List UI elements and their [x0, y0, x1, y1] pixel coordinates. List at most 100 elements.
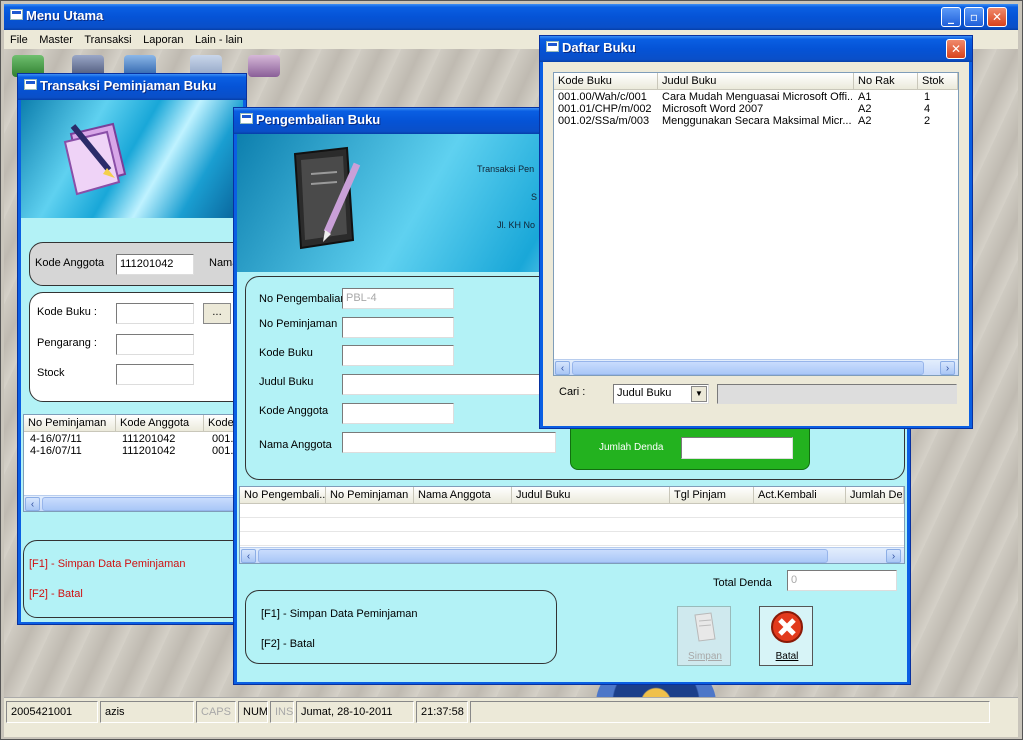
table-row-1-no[interactable]: 4-16/07/11 [30, 433, 82, 445]
maximize-icon[interactable]: ▫ [964, 7, 984, 27]
kode-anggota-input[interactable] [342, 403, 454, 424]
table-row-3-judul[interactable]: Menggunakan Secara Maksimal Micr... [662, 115, 852, 127]
no-peminjaman-label: No Peminjaman [259, 318, 338, 330]
peminjaman-title-bar[interactable]: Transaksi Peminjaman Buku [18, 74, 246, 100]
scroll-left-icon[interactable]: ‹ [241, 549, 256, 563]
col-no-rak[interactable]: No Rak [854, 73, 918, 90]
peminjaman-hscrollbar[interactable]: ‹ [24, 495, 242, 511]
scroll-thumb[interactable] [42, 497, 240, 511]
kode-anggota-label: Kode Anggota [35, 257, 105, 269]
menu-lain-lain[interactable]: Lain - lain [195, 34, 243, 46]
peminjaman-list[interactable]: No Peminjaman Kode Anggota Kode 4-16/07/… [23, 414, 244, 512]
no-peminjaman-input[interactable] [342, 317, 454, 338]
menu-file[interactable]: File [10, 34, 28, 46]
table-row-3-rak[interactable]: A2 [858, 115, 871, 127]
col-no-peminjaman[interactable]: No Peminjaman [24, 415, 116, 432]
batal-button[interactable]: Batal [759, 606, 813, 666]
col-no-pengembalian[interactable]: No Pengembali... [240, 487, 326, 504]
total-denda-input[interactable]: 0 [787, 570, 897, 591]
main-title-bar[interactable]: Menu Utama _ ▫ ✕ [4, 4, 1018, 30]
kode-buku-input[interactable] [342, 345, 454, 366]
toolbar-icon-5[interactable] [248, 55, 280, 77]
daftar-buku-window: Daftar Buku ✕ Kode Buku Judul Buku No Ra… [539, 35, 973, 429]
save-document-icon [694, 612, 716, 642]
app-icon [10, 9, 23, 20]
table-row-1-stok[interactable]: 1 [924, 91, 930, 103]
minimize-icon[interactable]: _ [941, 7, 961, 27]
table-row-2-stok[interactable]: 4 [924, 103, 930, 115]
col-jumlah-denda[interactable]: Jumlah Den [846, 487, 904, 504]
browse-button[interactable]: ... [203, 303, 231, 324]
pengarang-input[interactable] [116, 334, 194, 355]
status-bar: 2005421001 azis CAPS NUM INS Jumat, 28-1… [4, 697, 1018, 737]
hint-cancel: [F2] - Batal [29, 588, 83, 600]
simpan-button[interactable]: Simpan [677, 606, 731, 666]
table-row-2-no[interactable]: 4-16/07/11 [30, 445, 82, 457]
table-row-1-kode[interactable]: 001.00/Wah/c/001 [558, 91, 658, 103]
table-row-1-anggota[interactable]: 111201042 [122, 433, 175, 445]
menu-transaksi[interactable]: Transaksi [84, 34, 131, 46]
col-nama-anggota[interactable]: Nama Anggota [414, 487, 512, 504]
daftar-buku-hscrollbar[interactable]: ‹ › [554, 359, 958, 375]
scroll-thumb[interactable] [258, 549, 828, 563]
stock-input[interactable] [116, 364, 194, 385]
cari-select[interactable]: Judul Buku ▼ [613, 384, 709, 404]
col-judul-buku[interactable]: Judul Buku [512, 487, 670, 504]
col-judul-buku[interactable]: Judul Buku [658, 73, 854, 90]
kode-buku-label: Kode Buku [259, 347, 313, 359]
close-icon[interactable]: ✕ [987, 7, 1007, 27]
scroll-right-icon[interactable]: › [940, 361, 955, 375]
status-ins: INS [270, 701, 294, 723]
table-row-3-kode[interactable]: 001.02/SSa/m/003 [558, 115, 658, 127]
pengembalian-hscrollbar[interactable]: ‹ › [240, 547, 904, 563]
table-row-1-judul[interactable]: Cara Mudah Menguasai Microsoft Offi... [662, 91, 852, 103]
jumlah-denda-input[interactable] [681, 437, 793, 459]
kode-buku-input[interactable] [116, 303, 194, 324]
list-grid [240, 504, 904, 546]
cari-select-value: Judul Buku [617, 387, 672, 399]
scroll-right-icon[interactable]: › [886, 549, 901, 563]
scroll-left-icon[interactable]: ‹ [555, 361, 570, 375]
judul-buku-input[interactable] [342, 374, 562, 395]
scroll-left-icon[interactable]: ‹ [25, 497, 40, 511]
daftar-buku-list[interactable]: Kode Buku Judul Buku No Rak Stok 001.00/… [553, 72, 959, 376]
daftar-buku-close-icon[interactable]: ✕ [946, 39, 966, 59]
table-row-2-anggota[interactable]: 111201042 [122, 445, 175, 457]
kode-buku-label: Kode Buku : [37, 306, 97, 318]
total-denda-label: Total Denda [713, 577, 772, 589]
banner-line-3: Jl. KH No [497, 220, 536, 230]
scroll-thumb[interactable] [572, 361, 924, 375]
col-tgl-pinjam[interactable]: Tgl Pinjam [670, 487, 754, 504]
table-row-2-rak[interactable]: A2 [858, 103, 871, 115]
simpan-label: Simpan [688, 651, 722, 662]
daftar-buku-title-bar[interactable]: Daftar Buku ✕ [540, 36, 972, 62]
cari-label: Cari : [559, 386, 586, 398]
col-kode-buku[interactable]: Kode Buku [554, 73, 658, 90]
table-row-2-kode[interactable]: 001.01/CHP/m/002 [558, 103, 658, 115]
status-time: 21:37:58 [416, 701, 468, 723]
banner-line-1: Transaksi Pen [477, 164, 535, 174]
status-user-name: azis [100, 701, 194, 723]
status-user-id: 2005421001 [6, 701, 98, 723]
no-pengembalian-input[interactable]: PBL-4 [342, 288, 454, 309]
col-stok[interactable]: Stok [918, 73, 958, 90]
chevron-down-icon[interactable]: ▼ [691, 386, 707, 402]
col-act-kembali[interactable]: Act.Kembali [754, 487, 846, 504]
pengembalian-window-icon [240, 113, 253, 124]
nama-anggota-input[interactable] [342, 432, 556, 453]
menu-master[interactable]: Master [39, 34, 73, 46]
no-pengembalian-label: No Pengembalian [259, 293, 347, 305]
table-row-3-stok[interactable]: 2 [924, 115, 930, 127]
col-no-peminjaman[interactable]: No Peminjaman [326, 487, 414, 504]
document-pen-icon [63, 122, 127, 196]
banner-line-2: S [531, 192, 538, 202]
pengembalian-list[interactable]: No Pengembali... No Peminjaman Nama Angg… [239, 486, 905, 564]
kode-anggota-input[interactable]: 111201042 [116, 254, 194, 275]
nama-anggota-label: Nama Anggota [259, 439, 332, 451]
menu-laporan[interactable]: Laporan [143, 34, 183, 46]
cari-input[interactable] [717, 384, 957, 404]
pengarang-label: Pengarang : [37, 337, 97, 349]
table-row-2-judul[interactable]: Microsoft Word 2007 [662, 103, 852, 115]
table-row-1-rak[interactable]: A1 [858, 91, 871, 103]
col-kode-anggota[interactable]: Kode Anggota [116, 415, 204, 432]
